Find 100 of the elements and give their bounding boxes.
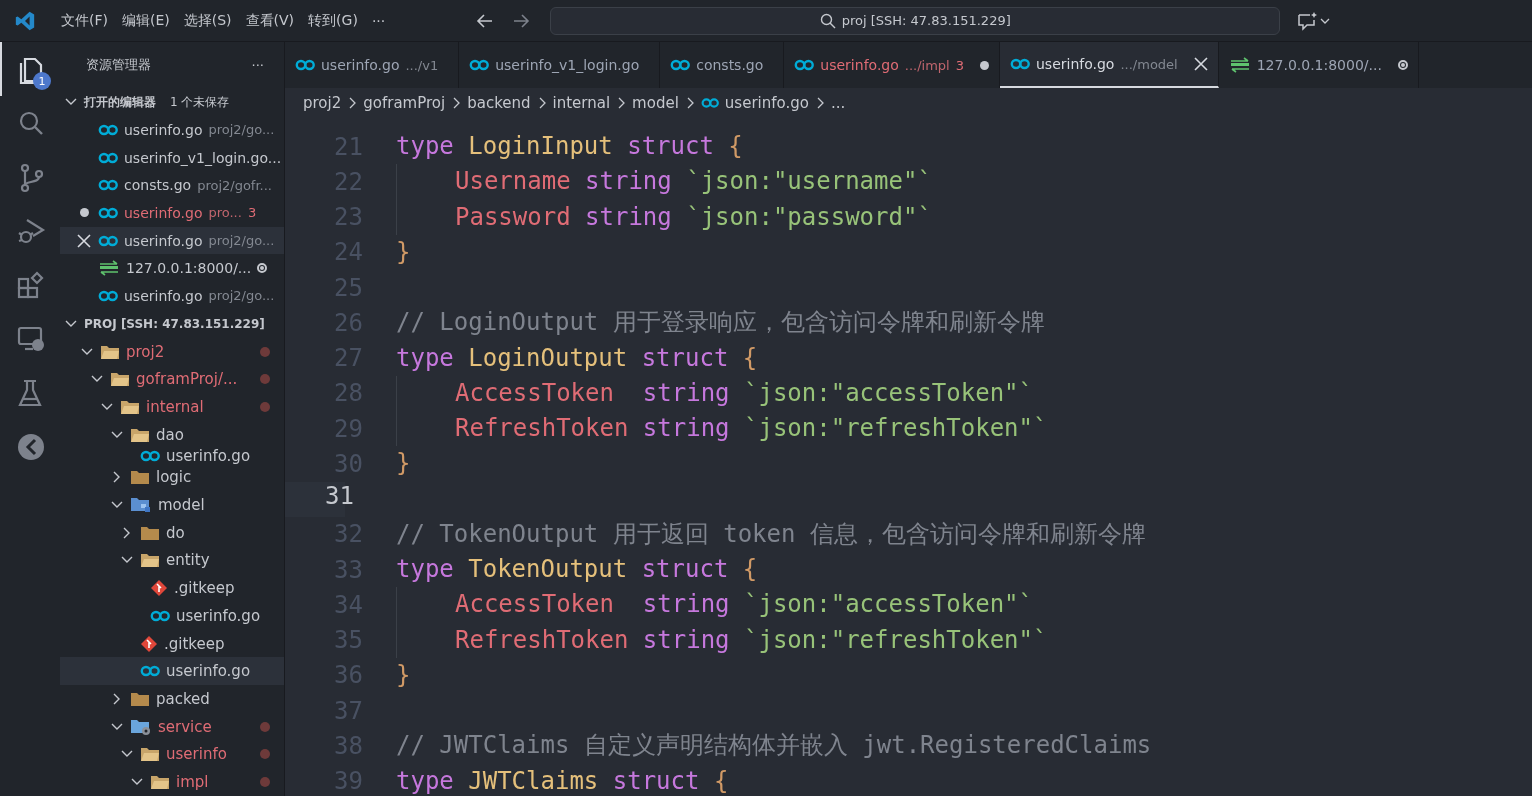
line-number: 31 <box>324 481 354 510</box>
tree-item[interactable]: proj2 <box>60 337 284 366</box>
go-file-icon <box>670 59 691 71</box>
open-editor-item[interactable]: userinfo.go proj2/go... <box>60 226 284 255</box>
tree-item[interactable]: dao <box>60 420 284 449</box>
tree-item[interactable]: service <box>60 712 284 741</box>
section-header[interactable]: 打开的编辑器 1 个未保存 <box>60 88 284 116</box>
notification-badge: 1 <box>33 72 51 90</box>
diamond-icon <box>140 634 158 653</box>
code-line: Username string `json:"username"` <box>455 166 932 198</box>
tree-item[interactable]: .gitkeep <box>60 629 284 658</box>
modified-dot <box>260 346 270 357</box>
editor-tab[interactable]: userinfo.go .../v1 <box>285 42 460 88</box>
code-line: // TokenOutput 用于返回 token 信息，包含访问令牌和刷新令牌 <box>396 518 1146 550</box>
go-file-icon <box>700 96 719 109</box>
go-file-icon <box>469 59 490 71</box>
editor-tab[interactable]: userinfo.go .../impl 3 <box>784 42 1000 88</box>
open-editor-item[interactable]: userinfo.go proj2/go... <box>60 282 284 310</box>
go-file-icon <box>794 59 815 71</box>
close-icon[interactable] <box>77 233 91 248</box>
arrows-icon <box>98 260 120 277</box>
sidebar-title: 资源管理器 <box>86 56 151 74</box>
go-file-icon <box>295 59 315 71</box>
tree-item[interactable]: packed <box>60 685 284 713</box>
tree-item[interactable]: impl <box>60 768 284 796</box>
go-file-icon <box>98 289 118 302</box>
folder-icon <box>110 371 130 388</box>
code-line: AccessToken string `json:"accessToken"` <box>455 589 1033 621</box>
tree-item[interactable]: userinfo.go <box>60 448 284 464</box>
breadcrumb-item[interactable]: model <box>632 93 679 112</box>
tree-item[interactable]: userinfo.go <box>60 602 284 630</box>
editor-tab[interactable]: userinfo.go .../model <box>1000 42 1219 88</box>
menu-item[interactable]: 查看(V) <box>238 7 302 34</box>
open-editor-item[interactable]: 127.0.0.1:8000/... <box>60 254 284 283</box>
folder-icon <box>140 746 160 763</box>
go-file-icon <box>98 123 118 136</box>
menu-item[interactable]: ··· <box>364 8 393 33</box>
open-editor-item[interactable]: consts.go proj2/gofr... <box>60 171 284 200</box>
back-arrow-icon[interactable] <box>476 11 495 30</box>
menu-item[interactable]: 编辑(E) <box>115 7 177 34</box>
chat-sparkle-icon[interactable] <box>1296 10 1319 31</box>
go-file-icon <box>98 206 118 219</box>
modified-dot <box>260 776 270 787</box>
tree-item[interactable]: userinfo <box>60 740 284 769</box>
modified-dot <box>260 374 270 385</box>
go-file-icon <box>150 609 170 622</box>
folder-icon <box>130 690 150 707</box>
breadcrumb-item[interactable]: backend <box>467 93 531 112</box>
go-file-icon <box>140 450 160 463</box>
chevron-right-icon <box>451 96 462 109</box>
tree-item[interactable]: .gitkeep <box>60 574 284 602</box>
breadcrumb-item[interactable]: ... <box>830 93 846 112</box>
open-editor-item[interactable]: userinfo_v1_login.go... <box>60 143 284 172</box>
modified-dot <box>260 721 270 732</box>
code-line: } <box>396 659 411 691</box>
folder-icon <box>130 469 150 486</box>
editor-tab[interactable]: 127.0.0.1:8000/... <box>1218 42 1419 88</box>
code-line: Password string `json:"password"` <box>455 201 932 233</box>
forward-arrow-icon[interactable] <box>512 11 531 30</box>
menu-item[interactable]: 转到(G) <box>301 7 365 34</box>
menu-item[interactable]: 选择(S) <box>176 7 239 34</box>
go-file-icon <box>140 665 160 678</box>
go-file-icon <box>98 234 118 247</box>
more-actions[interactable]: ··· <box>251 57 264 73</box>
code-line: RefreshToken string `json:"refreshToken"` <box>455 413 1048 444</box>
arrows-icon <box>1228 57 1251 73</box>
tree-item[interactable]: logic <box>60 463 284 492</box>
editor-tab[interactable]: consts.go <box>660 42 785 88</box>
tree-item[interactable]: entity <box>60 546 284 575</box>
folder-icon <box>120 399 140 416</box>
command-center-search[interactable]: proj [SSH: 47.83.151.229] <box>550 6 1281 35</box>
folder-icon <box>100 343 120 360</box>
breadcrumb-item[interactable]: internal <box>552 93 611 112</box>
tree-item[interactable]: internal <box>60 393 284 421</box>
breadcrumb-item[interactable]: goframProj <box>363 93 446 112</box>
menu-item[interactable]: 文件(F) <box>54 7 115 34</box>
modified-dot <box>260 402 270 413</box>
editor-tab[interactable]: userinfo_v1_login.go <box>459 42 661 88</box>
folder-icon <box>150 773 170 790</box>
tree-item[interactable]: userinfo.go <box>60 657 284 686</box>
breadcrumb-item[interactable]: proj2 <box>303 93 342 112</box>
folder-icon <box>140 524 160 541</box>
code-line: // JWTClaims 自定义声明结构体并嵌入 jwt.RegisteredClaims <box>396 730 1152 762</box>
tree-item[interactable]: do <box>60 518 284 547</box>
app-logo-icon <box>14 9 36 32</box>
close-icon[interactable] <box>1193 57 1208 71</box>
open-editor-item[interactable]: userinfo.go proj2/go... <box>60 116 284 144</box>
section-header[interactable]: PROJ [SSH: 47.83.151.229] <box>60 309 284 338</box>
tree-item[interactable]: goframProj/... <box>60 365 284 394</box>
code-line: RefreshToken string `json:"refreshToken"` <box>455 624 1048 656</box>
code-line: type JWTClaims struct { <box>396 765 729 796</box>
tree-item[interactable]: model <box>60 491 284 519</box>
code-line: } <box>396 448 411 480</box>
code-line: } <box>396 236 411 268</box>
modified-dot <box>260 749 270 760</box>
code-line: // LoginOutput 用于登录响应，包含访问令牌和刷新令牌 <box>396 307 1045 339</box>
code-line: type LoginInput struct { <box>396 131 743 162</box>
go-file-icon <box>1010 58 1030 70</box>
breadcrumb-item[interactable]: userinfo.go <box>724 93 809 112</box>
open-editor-item[interactable]: userinfo.go pro... 3 <box>60 199 284 227</box>
